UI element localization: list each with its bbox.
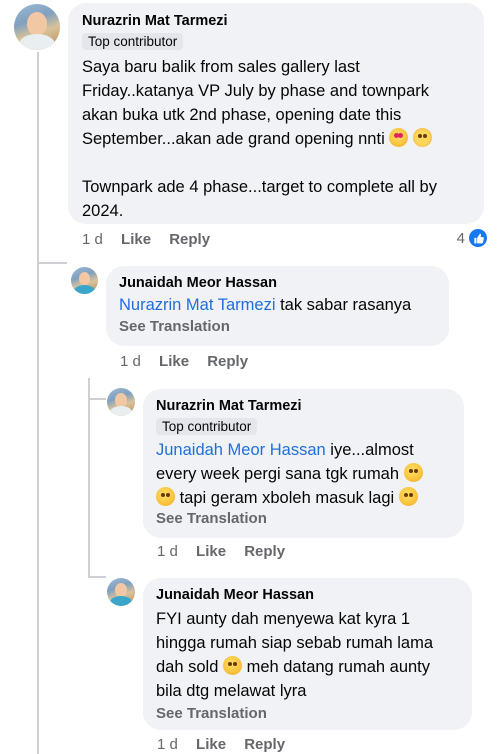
avatar-shirt	[109, 406, 133, 416]
avatar[interactable]	[107, 388, 135, 416]
mention-link[interactable]: Nurazrin Mat Tarmezi	[119, 296, 275, 314]
reply-button[interactable]: Reply	[207, 353, 248, 370]
comment-text: Junaidah Meor Hassan iye...almost every …	[156, 438, 451, 510]
comment-author[interactable]: Nurazrin Mat Tarmezi	[82, 13, 470, 29]
smiling-hearts-emoji-icon	[412, 128, 432, 147]
avatar[interactable]	[14, 4, 60, 50]
thread-line-sub	[88, 378, 90, 578]
thread-line-branch-3	[88, 576, 106, 578]
like-icon	[469, 229, 487, 247]
mention-link[interactable]: Junaidah Meor Hassan	[156, 441, 326, 459]
like-button[interactable]: Like	[121, 231, 151, 248]
avatar-face	[78, 271, 91, 286]
comment-text: Nurazrin Mat Tarmezi tak sabar rasanya	[119, 296, 412, 314]
comment-actions: 1 d Like Reply	[82, 231, 224, 248]
comment-time[interactable]: 1 d	[157, 736, 178, 753]
comment-time[interactable]: 1 d	[120, 353, 141, 370]
like-button[interactable]: Like	[159, 353, 189, 370]
comment-actions: 1 d Like Reply	[157, 543, 299, 560]
comment-author[interactable]: Junaidah Meor Hassan	[156, 587, 459, 603]
reply-button[interactable]: Reply	[169, 231, 210, 248]
comment-text: FYI aunty dah menyewa kat kyra 1 hingga …	[156, 610, 433, 700]
thread-line-main	[37, 52, 39, 754]
reaction-count[interactable]: 4	[457, 229, 487, 247]
reply-button[interactable]: Reply	[244, 543, 285, 560]
reaction-count-value: 4	[456, 229, 465, 247]
heart-eyes-emoji-icon	[389, 128, 409, 147]
comment-time[interactable]: 1 d	[82, 231, 103, 248]
thread-line-branch-2	[88, 398, 106, 400]
top-contributor-badge: Top contributor	[82, 33, 184, 50]
pensive-emoji-icon	[222, 656, 242, 675]
comment-actions: 1 d Like Reply	[157, 736, 299, 753]
see-translation-link[interactable]: See Translation	[119, 318, 436, 335]
like-button[interactable]: Like	[196, 543, 226, 560]
comment-bubble: Nurazrin Mat Tarmezi Top contributor Say…	[68, 3, 484, 224]
like-button[interactable]: Like	[196, 736, 226, 753]
comment-bubble: Junaidah Meor Hassan FYI aunty dah menye…	[143, 578, 472, 730]
comment-actions: 1 d Like Reply	[120, 353, 262, 370]
comment-author[interactable]: Junaidah Meor Hassan	[119, 275, 436, 291]
rolling-laughing-emoji-icon	[156, 487, 175, 506]
thread-line-branch-1	[37, 262, 67, 264]
comment-bubble: Nurazrin Mat Tarmezi Top contributor Jun…	[143, 389, 464, 538]
comment-author[interactable]: Nurazrin Mat Tarmezi	[156, 398, 451, 414]
avatar[interactable]	[107, 578, 135, 606]
comment-text: Saya baru balik from sales gallery last …	[82, 58, 437, 220]
reply-button[interactable]: Reply	[244, 736, 285, 753]
top-contributor-badge: Top contributor	[156, 418, 258, 435]
avatar-face	[26, 12, 48, 36]
avatar-shirt	[18, 33, 56, 50]
laughing-emoji-icon	[403, 463, 423, 482]
see-translation-link[interactable]: See Translation	[156, 705, 459, 722]
grinning-sweat-emoji-icon	[398, 487, 418, 506]
comment-bubble: Junaidah Meor Hassan Nurazrin Mat Tarmez…	[106, 266, 449, 346]
comment-time[interactable]: 1 d	[157, 543, 178, 560]
avatar-shirt	[109, 596, 133, 606]
avatar[interactable]	[71, 267, 98, 294]
see-translation-link[interactable]: See Translation	[156, 510, 451, 527]
avatar-face	[114, 583, 128, 598]
avatar-face	[114, 393, 128, 408]
avatar-shirt	[73, 284, 96, 294]
